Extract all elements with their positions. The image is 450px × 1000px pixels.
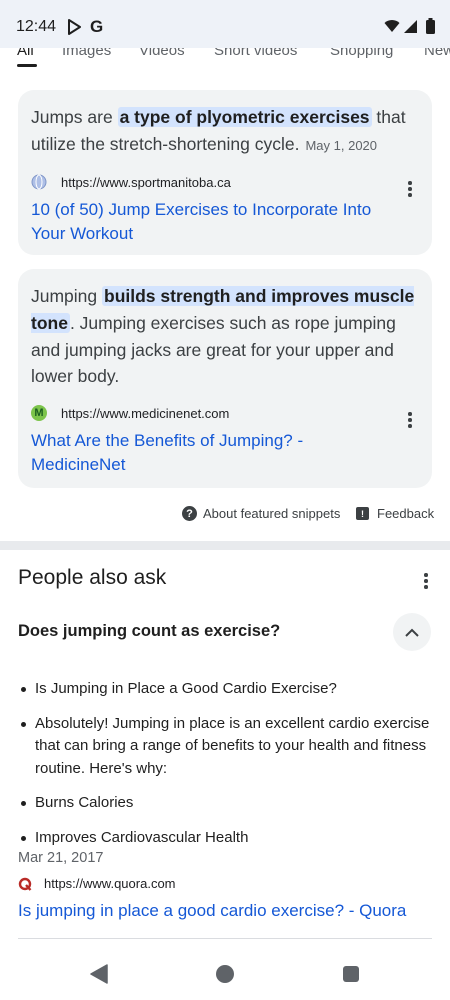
more-options-icon[interactable] [424, 573, 428, 591]
status-bar: 12:44 G [0, 0, 450, 48]
snippet-source[interactable]: https://www.sportmanitoba.ca [31, 174, 231, 190]
result-link[interactable]: What Are the Benefits of Jumping? - Medi… [31, 429, 401, 476]
google-status-icon: G [90, 17, 104, 36]
tab-short-videos[interactable]: Short videos [214, 48, 297, 59]
answer-bullet: Absolutely! Jumping in place is an excel… [18, 713, 430, 781]
result-link[interactable]: Is jumping in place a good cardio exerci… [18, 901, 406, 921]
play-store-icon [68, 19, 81, 35]
globe-icon [31, 174, 47, 190]
status-time: 12:44 [16, 18, 57, 35]
feedback-button[interactable]: ! Feedback [356, 506, 434, 521]
divider [18, 938, 432, 939]
medicinenet-icon: M [31, 405, 47, 421]
back-icon[interactable] [90, 964, 108, 984]
active-tab-indicator [17, 64, 37, 67]
source-url: https://www.medicinenet.com [61, 405, 230, 421]
home-icon[interactable] [216, 965, 234, 983]
more-options-icon[interactable] [408, 412, 412, 430]
tab-news[interactable]: New [424, 48, 450, 59]
snippet-text: Jumping builds strength and improves mus… [31, 286, 415, 387]
system-nav-bar [0, 948, 450, 1000]
answer-bullet: Burns Calories [18, 792, 430, 815]
tab-videos[interactable]: Videos [139, 48, 185, 59]
more-options-icon[interactable] [408, 181, 412, 199]
wifi-icon [384, 20, 400, 32]
tab-images[interactable]: Images [62, 48, 111, 59]
search-tabs: All Images Videos Short videos Shopping … [0, 48, 450, 70]
featured-snippet-card: Jumping builds strength and improves mus… [18, 269, 432, 488]
snippet-source[interactable]: M https://www.medicinenet.com [31, 405, 229, 421]
collapse-button[interactable] [393, 613, 431, 651]
snippet-date: May 1, 2020 [305, 137, 378, 153]
people-also-ask-title: People also ask [18, 566, 167, 589]
source-url: https://www.quora.com [44, 876, 176, 891]
about-featured-snippets[interactable]: ? About featured snippets [182, 506, 340, 521]
help-icon: ? [182, 506, 197, 521]
answer-date: Mar 21, 2017 [18, 850, 104, 866]
chevron-up-icon [405, 628, 419, 637]
answer-list: Is Jumping in Place a Good Cardio Exerci… [18, 678, 430, 849]
snippet-text: Jumps are a type of plyometric exercises… [31, 107, 406, 154]
answer-bullet: Is Jumping in Place a Good Cardio Exerci… [18, 678, 430, 701]
feedback-icon: ! [356, 507, 369, 520]
source-url: https://www.sportmanitoba.ca [61, 174, 231, 190]
quora-icon [18, 877, 32, 891]
battery-icon [426, 18, 435, 34]
signal-icon [404, 20, 417, 33]
featured-snippet-card: Jumps are a type of plyometric exercises… [18, 90, 432, 255]
answer-source[interactable]: https://www.quora.com [18, 876, 176, 891]
recents-icon[interactable] [343, 966, 359, 982]
tab-shopping[interactable]: Shopping [330, 48, 393, 59]
snippet-highlight: a type of plyometric exercises [117, 107, 372, 127]
answer-bullet: Improves Cardiovascular Health [18, 827, 430, 850]
paa-question[interactable]: Does jumping count as exercise? [18, 622, 280, 641]
tab-all[interactable]: All [17, 48, 34, 59]
section-divider [0, 541, 450, 550]
result-link[interactable]: 10 (of 50) Jump Exercises to Incorporate… [31, 198, 401, 245]
